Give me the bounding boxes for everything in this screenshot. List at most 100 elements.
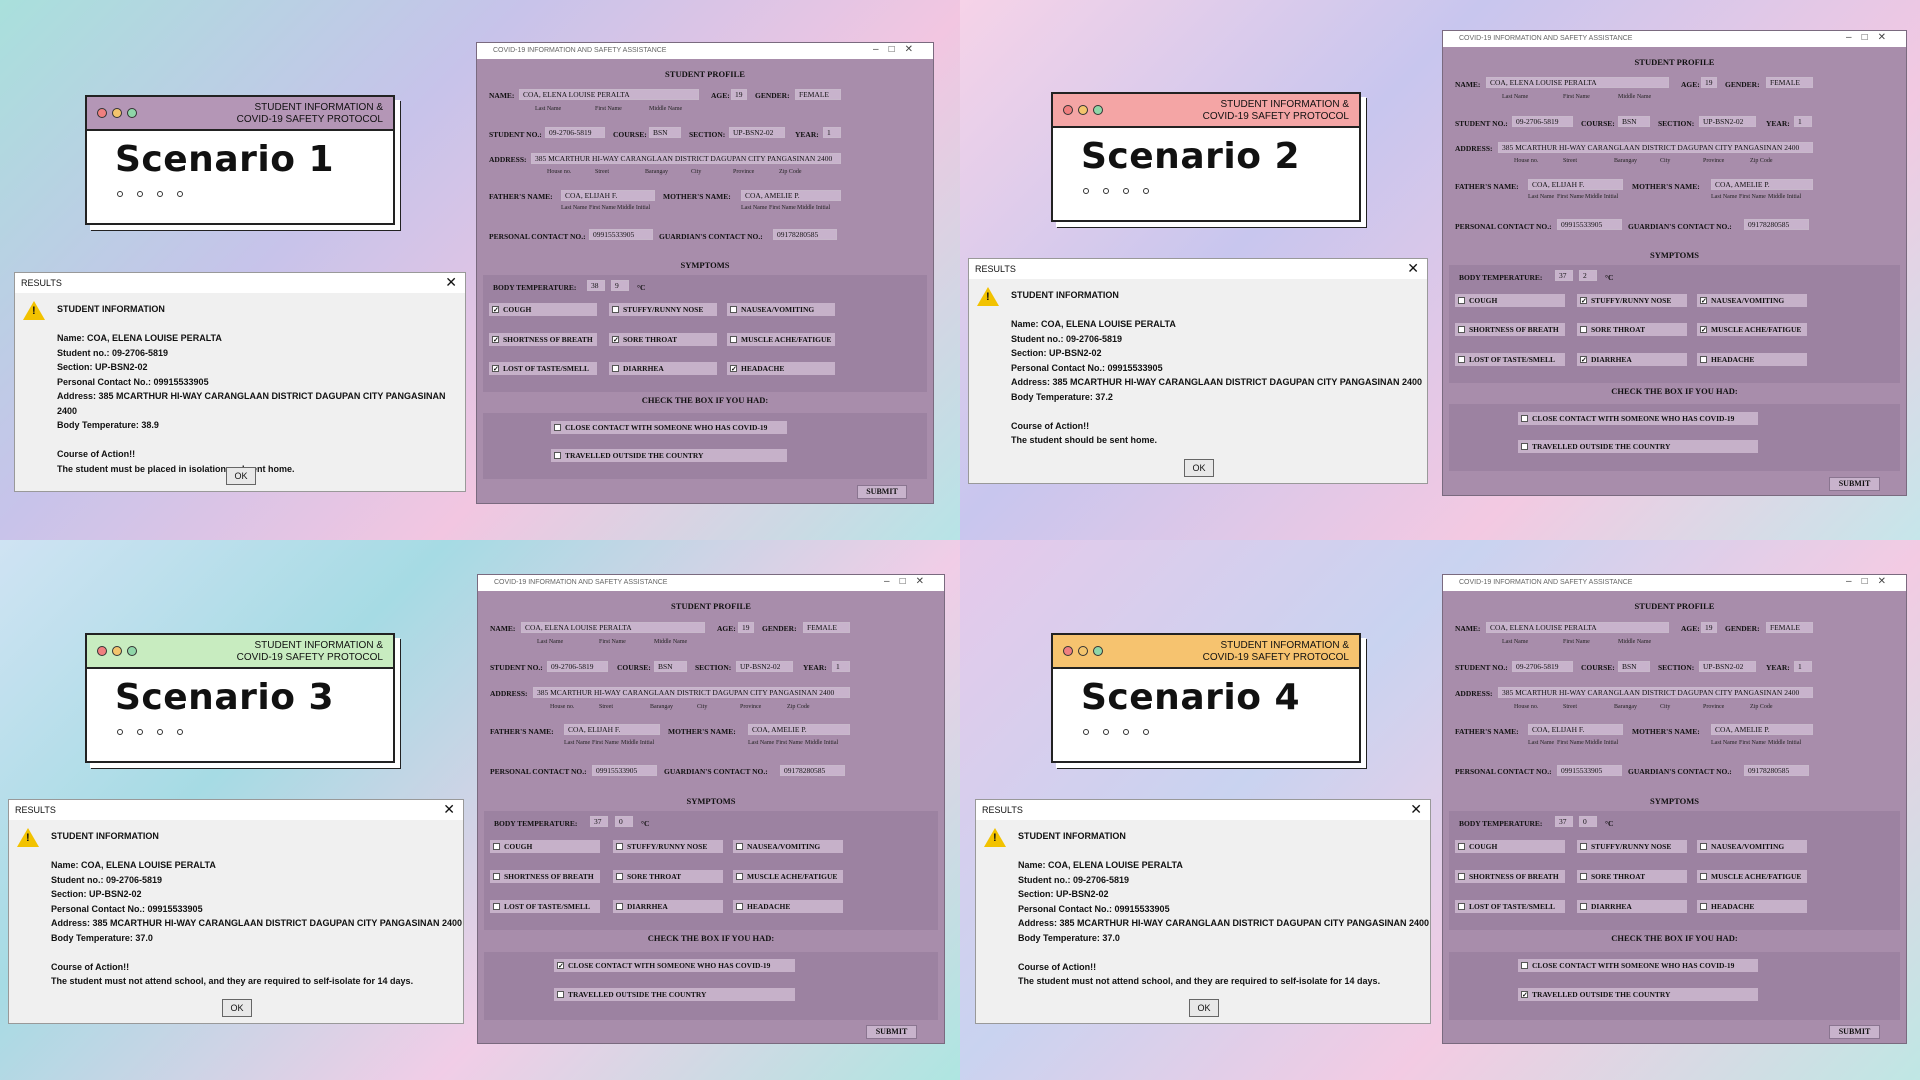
checkbox-checked-icon[interactable]: ✓ (492, 306, 499, 314)
close-icon[interactable]: ✕ (445, 274, 457, 291)
course-field[interactable]: BSN (649, 127, 681, 138)
checkbox-checked-icon[interactable]: ✓ (1580, 356, 1587, 364)
symptom-checkbox[interactable]: NAUSEA/VOMITING (1697, 840, 1807, 853)
symptom-checkbox[interactable]: SORE THROAT (613, 870, 723, 883)
temp-dec-spinner[interactable]: 0 (1579, 816, 1597, 827)
address-field[interactable]: 385 MCARTHUR HI-WAY CARANGLAAN DISTRICT … (533, 687, 850, 698)
age-field[interactable]: 19 (731, 89, 747, 100)
checkbox-icon[interactable] (616, 903, 623, 910)
guardian-field[interactable]: 09178280585 (1744, 219, 1809, 230)
father-field[interactable]: COA, ELIJAH F. (564, 724, 660, 735)
symptom-checkbox[interactable]: COUGH (1455, 840, 1565, 853)
symptom-checkbox[interactable]: DIARRHEA (613, 900, 723, 913)
checkbox-icon[interactable] (612, 306, 619, 313)
symptom-checkbox[interactable]: COUGH (1455, 294, 1565, 307)
symptom-checkbox[interactable]: ✓ SHORTNESS OF BREATH (489, 333, 597, 346)
checkbox-icon[interactable] (1580, 843, 1587, 850)
checkbox-icon[interactable] (554, 452, 561, 459)
window-controls[interactable]: –□✕ (873, 44, 923, 55)
father-field[interactable]: COA, ELIJAH F. (1528, 724, 1623, 735)
submit-button[interactable]: SUBMIT (1829, 477, 1880, 491)
symptom-checkbox[interactable]: ✓ HEADACHE (727, 362, 835, 375)
year-field[interactable]: 1 (1794, 116, 1812, 127)
section-field[interactable]: UP-BSN2-02 (1699, 116, 1756, 127)
symptom-checkbox[interactable]: ✓ DIARRHEA (1577, 353, 1687, 366)
checkbox-icon[interactable] (493, 873, 500, 880)
checkbox-checked-icon[interactable]: ✓ (1521, 991, 1528, 999)
symptom-checkbox[interactable]: ✓ MUSCLE ACHE/FATIGUE (1697, 323, 1807, 336)
checkbox-checked-icon[interactable]: ✓ (1700, 297, 1707, 305)
checkbox-icon[interactable] (1521, 415, 1528, 422)
checkbox-icon[interactable] (730, 336, 737, 343)
symptom-checkbox[interactable]: DIARRHEA (1577, 900, 1687, 913)
checkbox-icon[interactable] (1458, 297, 1465, 304)
symptom-checkbox[interactable]: STUFFY/RUNNY NOSE (1577, 840, 1687, 853)
exposure-checkbox[interactable]: TRAVELLED OUTSIDE THE COUNTRY (551, 449, 787, 462)
symptom-checkbox[interactable]: SHORTNESS OF BREATH (1455, 323, 1565, 336)
checkbox-checked-icon[interactable]: ✓ (557, 962, 564, 970)
mother-field[interactable]: COA, AMELIE P. (741, 190, 841, 201)
year-field[interactable]: 1 (823, 127, 841, 138)
temp-int-spinner[interactable]: 38 (587, 280, 605, 291)
symptom-checkbox[interactable]: COUGH (490, 840, 600, 853)
mother-field[interactable]: COA, AMELIE P. (1711, 179, 1813, 190)
guardian-field[interactable]: 09178280585 (780, 765, 845, 776)
temp-dec-spinner[interactable]: 2 (1579, 270, 1597, 281)
exposure-checkbox[interactable]: ✓ TRAVELLED OUTSIDE THE COUNTRY (1518, 988, 1758, 1001)
ok-button[interactable]: OK (1184, 459, 1214, 477)
section-field[interactable]: UP-BSN2-02 (1699, 661, 1756, 672)
gender-field[interactable]: FEMALE (1766, 77, 1813, 88)
symptom-checkbox[interactable]: LOST OF TASTE/SMELL (490, 900, 600, 913)
checkbox-icon[interactable] (557, 991, 564, 998)
checkbox-checked-icon[interactable]: ✓ (492, 336, 499, 344)
close-icon[interactable]: ✕ (1407, 260, 1419, 277)
student-no-field[interactable]: 09-2706-5819 (545, 127, 605, 138)
temp-int-spinner[interactable]: 37 (1555, 816, 1573, 827)
checkbox-icon[interactable] (1700, 843, 1707, 850)
symptom-checkbox[interactable]: SORE THROAT (1577, 870, 1687, 883)
section-field[interactable]: UP-BSN2-02 (729, 127, 785, 138)
symptom-checkbox[interactable]: ✓ LOST OF TASTE/SMELL (489, 362, 597, 375)
checkbox-icon[interactable] (736, 873, 743, 880)
checkbox-icon[interactable] (1458, 356, 1465, 363)
checkbox-icon[interactable] (493, 903, 500, 910)
age-field[interactable]: 19 (738, 622, 754, 633)
ok-button[interactable]: OK (1189, 999, 1219, 1017)
contact-field[interactable]: 09915533905 (589, 229, 653, 240)
exposure-checkbox[interactable]: ✓ CLOSE CONTACT WITH SOMEONE WHO HAS COVI… (554, 959, 795, 972)
window-controls[interactable]: –□✕ (1846, 32, 1896, 43)
course-field[interactable]: BSN (1618, 661, 1650, 672)
student-no-field[interactable]: 09-2706-5819 (1512, 116, 1573, 127)
contact-field[interactable]: 09915533905 (1557, 219, 1622, 230)
symptom-checkbox[interactable]: LOST OF TASTE/SMELL (1455, 900, 1565, 913)
course-field[interactable]: BSN (1618, 116, 1650, 127)
ok-button[interactable]: OK (226, 467, 256, 485)
guardian-field[interactable]: 09178280585 (1744, 765, 1809, 776)
name-field[interactable]: COA, ELENA LOUISE PERALTA (519, 89, 699, 100)
temp-dec-spinner[interactable]: 9 (611, 280, 629, 291)
checkbox-icon[interactable] (612, 365, 619, 372)
checkbox-icon[interactable] (616, 843, 623, 850)
checkbox-icon[interactable] (736, 903, 743, 910)
name-field[interactable]: COA, ELENA LOUISE PERALTA (1486, 77, 1669, 88)
checkbox-icon[interactable] (554, 424, 561, 431)
course-field[interactable]: BSN (654, 661, 687, 672)
symptom-checkbox[interactable]: SORE THROAT (1577, 323, 1687, 336)
student-no-field[interactable]: 09-2706-5819 (1512, 661, 1573, 672)
symptom-checkbox[interactable]: ✓ COUGH (489, 303, 597, 316)
checkbox-checked-icon[interactable]: ✓ (612, 336, 619, 344)
symptom-checkbox[interactable]: NAUSEA/VOMITING (733, 840, 843, 853)
checkbox-icon[interactable] (1458, 903, 1465, 910)
contact-field[interactable]: 09915533905 (592, 765, 657, 776)
age-field[interactable]: 19 (1701, 77, 1717, 88)
symptom-checkbox[interactable]: SHORTNESS OF BREATH (490, 870, 600, 883)
checkbox-icon[interactable] (1700, 903, 1707, 910)
checkbox-checked-icon[interactable]: ✓ (1580, 297, 1587, 305)
symptom-checkbox[interactable]: ✓ SORE THROAT (609, 333, 717, 346)
symptom-checkbox[interactable]: MUSCLE ACHE/FATIGUE (733, 870, 843, 883)
symptom-checkbox[interactable]: NAUSEA/VOMITING (727, 303, 835, 316)
checkbox-icon[interactable] (493, 843, 500, 850)
gender-field[interactable]: FEMALE (795, 89, 841, 100)
address-field[interactable]: 385 MCARTHUR HI-WAY CARANGLAAN DISTRICT … (1498, 687, 1813, 698)
checkbox-icon[interactable] (1521, 443, 1528, 450)
